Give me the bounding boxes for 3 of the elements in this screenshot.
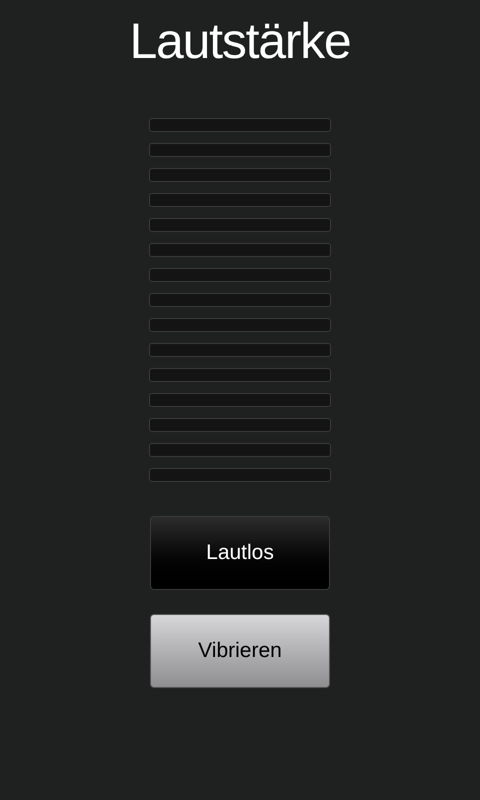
mode-button[interactable]: Vibrieren — [150, 614, 330, 688]
screen-title: Lautstärke — [130, 12, 350, 70]
mode-button[interactable]: Lautlos — [150, 516, 330, 590]
